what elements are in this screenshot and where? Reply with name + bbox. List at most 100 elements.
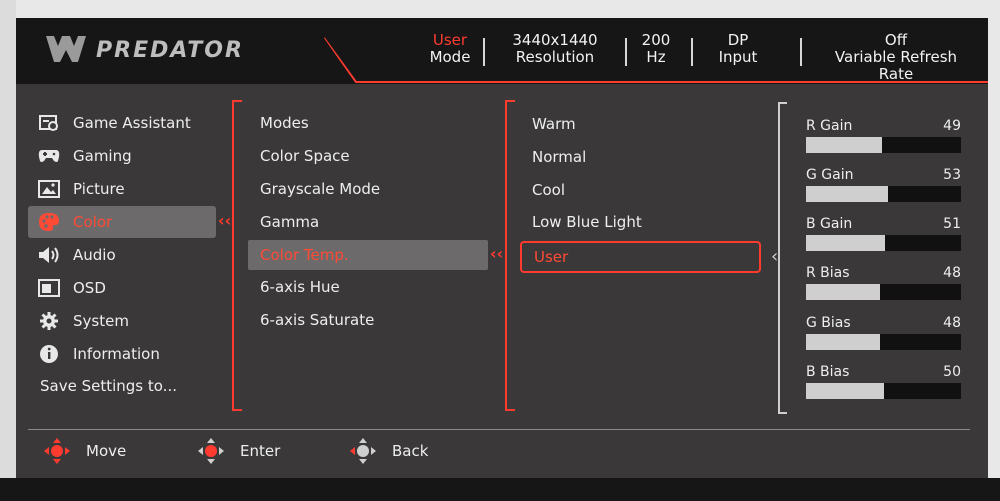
setting-label: B Gain [806, 216, 853, 232]
status-mode: User Mode [420, 32, 480, 66]
gear-icon [38, 310, 60, 332]
option-label: User [534, 248, 569, 266]
submenu-item-label: 6-axis Saturate [260, 311, 375, 329]
sidebar-item-save-settings[interactable]: Save Settings to... [28, 370, 216, 402]
enter-dpad-icon [198, 438, 224, 464]
setting-slider-fill [806, 284, 881, 300]
setting-slider-fill [806, 235, 886, 251]
option-cool[interactable]: Cool [520, 175, 760, 205]
status-mode-label: Mode [429, 48, 471, 66]
footer-label: Back [392, 442, 429, 460]
sidebar-item-label: System [73, 312, 129, 330]
palette-icon [38, 211, 60, 233]
setting-slider-fill [806, 137, 882, 153]
setting-slider-fill [806, 383, 884, 399]
sidebar-item-label: Information [73, 345, 160, 363]
option-warm[interactable]: Warm [520, 109, 760, 139]
picture-icon [38, 178, 60, 200]
sidebar-item-label: Picture [73, 180, 125, 198]
sidebar-item-color[interactable]: Color [28, 206, 216, 238]
sidebar-item-osd[interactable]: OSD [28, 272, 216, 304]
setting-value: 51 [943, 216, 961, 232]
option-user[interactable]: User [520, 241, 761, 273]
setting-slider[interactable] [806, 186, 961, 202]
option-label: Low Blue Light [532, 213, 642, 231]
setting-b-bias[interactable]: B Bias 50 [806, 364, 961, 399]
sidebar-item-label: OSD [73, 279, 106, 297]
setting-slider[interactable] [806, 235, 961, 251]
option-label: Warm [532, 115, 576, 133]
setting-label: R Gain [806, 118, 853, 134]
setting-label: B Bias [806, 364, 850, 380]
submenu-item-6-axis-saturate[interactable]: 6-axis Saturate [248, 305, 488, 335]
status-input-label: Input [718, 48, 758, 66]
status-divider [691, 38, 693, 66]
sidebar-item-label: Save Settings to... [40, 377, 177, 395]
sidebar-item-label: Color [73, 213, 113, 231]
sidebar-item-picture[interactable]: Picture [28, 173, 216, 205]
gamepad-icon [38, 145, 60, 167]
status-resolution: 3440x1440 Resolution [498, 32, 612, 66]
status-vrr: Off Variable Refresh Rate [816, 32, 976, 83]
submenu-item-label: Gamma [260, 213, 320, 231]
status-vrr-value: Off [884, 31, 908, 49]
footer-label: Move [86, 442, 127, 460]
submenu-bracket [232, 100, 242, 411]
submenu-item-color-space[interactable]: Color Space [248, 141, 488, 171]
option-normal[interactable]: Normal [520, 142, 760, 172]
setting-label: G Gain [806, 167, 854, 183]
status-resolution-label: Resolution [515, 48, 595, 66]
sidebar-item-system[interactable]: System [28, 305, 216, 337]
sidebar-item-label: Gaming [73, 147, 132, 165]
footer-hint-move: Move [40, 438, 126, 464]
setting-r-gain[interactable]: R Gain 49 [806, 118, 961, 153]
submenu-item-color-temp[interactable]: Color Temp. [248, 240, 488, 270]
submenu-item-label: Color Temp. [260, 246, 349, 264]
status-mode-value: User [432, 31, 468, 49]
sidebar-item-game-assistant[interactable]: Game Assistant [28, 107, 216, 139]
setting-label: G Bias [806, 315, 851, 331]
status-divider [800, 38, 802, 66]
submenu-item-6-axis-hue[interactable]: 6-axis Hue [248, 272, 488, 302]
status-divider [483, 38, 485, 66]
setting-g-bias[interactable]: G Bias 48 [806, 315, 961, 350]
logo-text: PREDATOR [96, 37, 244, 63]
setting-slider[interactable] [806, 284, 961, 300]
setting-value: 50 [943, 364, 961, 380]
setting-slider[interactable] [806, 334, 961, 350]
setting-g-gain[interactable]: G Gain 53 [806, 167, 961, 202]
sidebar-item-information[interactable]: Information [28, 338, 216, 370]
footer-label: Enter [240, 442, 281, 460]
setting-b-gain[interactable]: B Gain 51 [806, 216, 961, 251]
osd-icon [38, 277, 60, 299]
footer-hint-back: Back [346, 438, 428, 464]
info-icon [38, 343, 60, 365]
bezel-left [0, 0, 16, 501]
sidebar-item-label: Game Assistant [73, 114, 191, 132]
setting-r-bias[interactable]: R Bias 48 [806, 265, 961, 300]
submenu-item-label: 6-axis Hue [260, 278, 340, 296]
sidebar-item-gaming[interactable]: Gaming [28, 140, 216, 172]
setting-value: 53 [943, 167, 961, 183]
submenu-item-modes[interactable]: Modes [248, 108, 488, 138]
submenu-item-gamma[interactable]: Gamma [248, 207, 488, 237]
status-resolution-value: 3440x1440 [512, 31, 598, 49]
game-assistant-icon [38, 112, 60, 134]
submenu-item-label: Grayscale Mode [260, 180, 381, 198]
sidebar-item-audio[interactable]: Audio [28, 239, 216, 271]
setting-slider-fill [806, 186, 889, 202]
sidebar-item-label: Audio [73, 246, 116, 264]
predator-logo: PREDATOR [44, 32, 244, 68]
bezel-bottom [0, 478, 1000, 501]
status-divider [625, 38, 627, 66]
submenu-item-label: Color Space [260, 147, 350, 165]
submenu-item-label: Modes [260, 114, 309, 132]
setting-slider[interactable] [806, 383, 961, 399]
option-low-blue-light[interactable]: Low Blue Light [520, 207, 760, 237]
option-label: Cool [532, 181, 565, 199]
status-refresh-label: Hz [646, 48, 666, 66]
submenu-item-grayscale-mode[interactable]: Grayscale Mode [248, 174, 488, 204]
setting-label: R Bias [806, 265, 850, 281]
setting-slider[interactable] [806, 137, 961, 153]
chevron-left-icon: ‹‹ [218, 211, 232, 230]
